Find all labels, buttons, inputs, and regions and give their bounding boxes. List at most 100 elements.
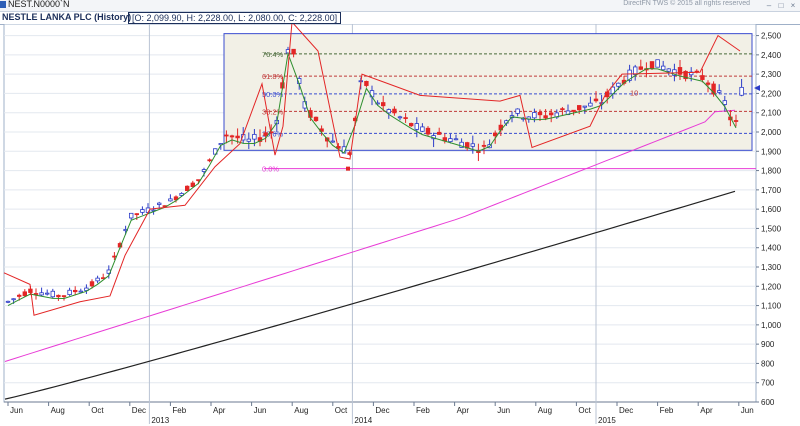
candle-body xyxy=(386,109,391,114)
x-tick-label: Dec xyxy=(619,406,633,415)
candle-body xyxy=(252,134,257,140)
y-tick-label: 2,000 xyxy=(761,128,782,137)
candle-body xyxy=(571,109,576,112)
y-tick-label: 600 xyxy=(761,398,775,407)
candle-body xyxy=(39,292,44,296)
candle-body xyxy=(616,82,621,87)
candle-body xyxy=(392,108,397,114)
candle-body xyxy=(73,289,78,293)
y-tick-label: 900 xyxy=(761,340,775,349)
candle-body xyxy=(436,131,442,135)
candle-body xyxy=(515,108,520,114)
x-tick-label: Aug xyxy=(51,406,65,415)
y-tick-label: 1,600 xyxy=(761,205,782,214)
x-tick-label: Aug xyxy=(294,406,308,415)
x-tick-label: Oct xyxy=(578,406,591,415)
candle-body xyxy=(112,255,117,258)
candle-body xyxy=(577,105,582,111)
candle-body xyxy=(369,90,375,98)
chart-annotation: 10 xyxy=(630,88,638,97)
y-tick-label: 1,800 xyxy=(761,167,782,176)
y-tick-label: 2,300 xyxy=(761,70,782,79)
fibonacci-level-label: 61.8% xyxy=(262,72,284,81)
candle-body xyxy=(235,135,240,139)
close-icon[interactable]: × xyxy=(788,1,798,10)
candle-body xyxy=(45,292,50,295)
candle-body xyxy=(224,134,229,137)
candle-body xyxy=(67,289,72,296)
candle-body xyxy=(403,117,408,119)
candle-body xyxy=(705,82,711,85)
candle-body xyxy=(666,68,671,72)
x-tick-label: Oct xyxy=(91,406,104,415)
candle-body xyxy=(532,112,537,119)
y-tick-label: 1,700 xyxy=(761,186,782,195)
x-tick-label: Jun xyxy=(741,406,754,415)
window-title: NEST.N0000`N xyxy=(8,0,70,9)
candle-body xyxy=(470,143,475,147)
x-tick-label: Jun xyxy=(10,406,23,415)
y-tick-label: 1,900 xyxy=(761,147,782,156)
candle-body xyxy=(168,198,173,202)
candle-body xyxy=(420,126,425,132)
candle-body xyxy=(128,212,134,219)
app-icon xyxy=(0,1,6,8)
candle-body xyxy=(330,140,335,143)
y-tick-label: 1,000 xyxy=(761,321,782,330)
candle-body xyxy=(190,182,195,188)
fibonacci-level-label: 0.0% xyxy=(262,165,279,174)
candle-body xyxy=(425,127,431,135)
y-tick-label: 2,200 xyxy=(761,89,782,98)
fibonacci-level-label: 38.2% xyxy=(262,107,284,116)
candle-body xyxy=(313,116,319,122)
candle-body xyxy=(560,108,565,111)
maximize-icon[interactable]: □ xyxy=(776,1,786,10)
candle-body xyxy=(207,159,212,162)
candle-body xyxy=(414,123,419,130)
candle-body xyxy=(543,115,548,119)
x-year-label: 2015 xyxy=(598,416,616,425)
fibonacci-box xyxy=(223,33,753,151)
price-chart[interactable]: 600 700 800 900 1,000 1,100 1,200 1,300 1,400 1,5… xyxy=(0,24,800,426)
candle-body xyxy=(22,291,27,297)
candle-body xyxy=(89,281,95,287)
candle-body xyxy=(453,138,459,141)
candle-body xyxy=(156,202,162,205)
candle-body xyxy=(700,75,705,80)
candle-body xyxy=(291,48,296,55)
candle-body xyxy=(717,90,722,93)
x-tick-label: Oct xyxy=(335,406,348,415)
candle-body xyxy=(229,135,235,138)
candle-body xyxy=(397,116,403,119)
candle-body xyxy=(78,290,83,293)
x-tick-label: Jun xyxy=(254,406,267,415)
candle-body xyxy=(481,144,487,147)
x-tick-label: Apr xyxy=(457,406,470,415)
candle-body xyxy=(11,298,16,301)
candle-body xyxy=(33,293,39,295)
candle-body xyxy=(593,98,599,102)
y-tick-label: 700 xyxy=(761,379,775,388)
candle-body xyxy=(408,122,414,127)
candle-body xyxy=(638,66,643,70)
candle-body xyxy=(582,105,587,108)
y-tick-label: 1,200 xyxy=(761,282,782,291)
window-titlebar: NEST.N0000`N DirectFN TWS © 2015 all rig… xyxy=(0,0,800,12)
candle-body xyxy=(61,295,67,298)
candle-body xyxy=(588,102,593,107)
candle-body xyxy=(16,294,22,297)
x-tick-label: Jun xyxy=(497,406,510,415)
y-tick-label: 1,500 xyxy=(761,224,782,233)
x-tick-label: Feb xyxy=(416,406,430,415)
candle-body xyxy=(537,112,543,116)
y-tick-label: 2,100 xyxy=(761,109,782,118)
y-tick-label: 2,400 xyxy=(761,51,782,60)
y-tick-label: 2,500 xyxy=(761,32,782,41)
y-tick-label: 1,300 xyxy=(761,263,782,272)
x-year-label: 2013 xyxy=(151,416,169,425)
candle-body xyxy=(733,120,739,122)
y-tick-label: 800 xyxy=(761,359,775,368)
candle-body xyxy=(448,138,453,142)
minimize-icon[interactable]: – xyxy=(764,1,774,10)
candle-body xyxy=(549,112,554,116)
